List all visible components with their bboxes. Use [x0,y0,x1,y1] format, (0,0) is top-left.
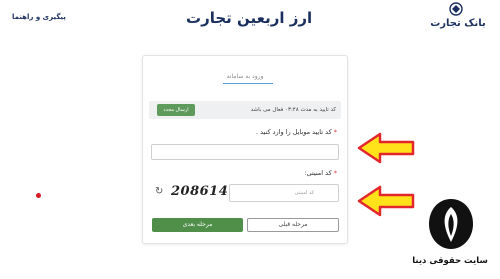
bank-emblem-icon [449,2,463,16]
arrow-left-icon [357,132,415,164]
code-timer-box: کد تایید به مدت ۰۳:۴۸ فعال می باشد ارسال… [149,101,341,119]
captcha-image: 208614 [171,184,229,199]
bank-logo: بانک تجارت [428,2,488,36]
support-link[interactable]: پیگیری و راهنما [12,13,66,21]
login-card: ورود به سامانه کد تایید به مدت ۰۳:۴۸ فعا… [142,55,348,244]
captcha-label-text: کد امنیتی: [304,169,332,177]
captcha-placeholder: کد امنیتی [294,190,314,196]
tab-login[interactable]: ورود به سامانه [143,73,347,80]
mobile-code-label-text: کد تایید موبایل را وارد کنید . [256,128,332,136]
prev-step-button[interactable]: مرحله قبلی [247,218,339,232]
code-timer-text: کد تایید به مدت ۰۳:۴۸ فعال می باشد [250,107,336,113]
mobile-code-label: * کد تایید موبایل را وارد کنید . [256,128,337,136]
watermark: سایت حقوقی دینا [400,196,500,279]
app-title: ارز اربعین تجارت [186,9,313,27]
next-step-button[interactable]: مرحله بعدی [152,218,243,232]
resend-button[interactable]: ارسال مجدد [157,104,195,116]
refresh-icon[interactable]: ↻ [155,186,163,197]
tab-underline [223,83,273,84]
required-mark: * [333,169,337,177]
captcha-area: ↻ 208614 [153,184,229,200]
bank-name: بانک تجارت [430,18,486,29]
mobile-code-input[interactable] [151,144,339,160]
captcha-label: * کد امنیتی: [304,169,337,177]
header-bar: پیگیری و راهنما ارز اربعین تجارت بانک تج… [0,0,500,38]
scales-logo-icon [429,199,473,249]
captcha-input[interactable]: کد امنیتی [229,184,339,202]
red-dot [36,193,41,198]
required-mark: * [333,128,337,136]
watermark-text: سایت حقوقی دینا [412,256,488,266]
